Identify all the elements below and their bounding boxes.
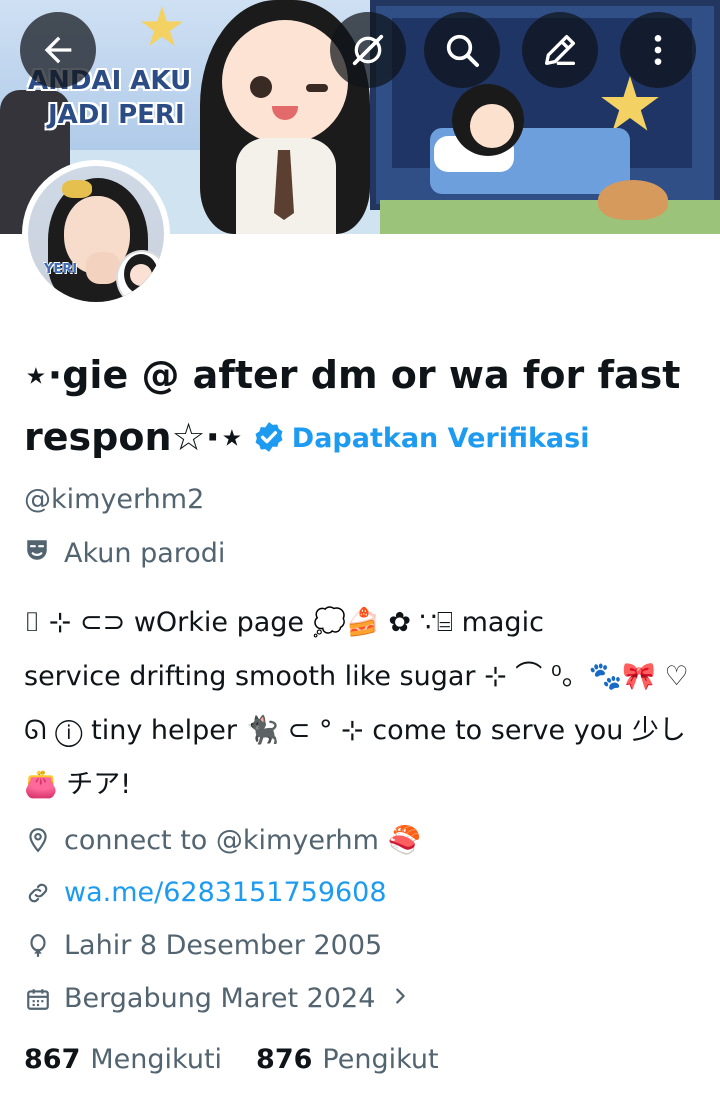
parody-label: Akun parodi [24,537,225,570]
avatar[interactable]: YERI [22,160,170,308]
bio-line: 👛 チア! [24,769,132,800]
followers-link[interactable]: 876 Pengikut [256,1044,439,1075]
bio-line: ⌷ ⊹ ⊂⊃ wOrkie page 💭🍰 ✿ ∵⌸ magic [24,607,544,638]
grok-icon [352,34,384,66]
avatar-hair-clip [62,180,92,198]
birthday-row: Lahir 8 Desember 2005 [24,930,382,961]
following-label: Mengikuti [90,1044,223,1075]
more-button[interactable] [620,12,696,88]
arrow-left-icon [44,36,72,64]
website-link[interactable]: wa.me/6283151759608 [64,877,387,908]
bio: ⌷ ⊹ ⊂⊃ wOrkie page 💭🍰 ✿ ∵⌸ magic service… [24,596,700,812]
balloon-icon [24,932,52,960]
banner-star-small [140,6,184,47]
bio-line: service drifting smooth like sugar ⊹ ⌒ ⁰… [24,661,689,692]
location-pin-icon [24,826,52,854]
theater-mask-icon [24,537,50,570]
calendar-icon [24,985,52,1013]
username-handle: @kimyerhm2 [24,484,205,515]
more-vertical-icon [654,35,662,65]
grok-button[interactable] [330,12,406,88]
edit-button[interactable] [522,12,598,88]
banner-title-line2: JADI PERI [48,100,185,130]
followers-label: Pengikut [322,1044,439,1075]
parody-text: Akun parodi [64,538,226,569]
avatar-hand [86,252,120,284]
follow-stats: 867 Mengikuti 876 Pengikut [24,1044,473,1075]
following-link[interactable]: 867 Mengikuti [24,1044,222,1075]
avatar-label: YERI [44,262,78,277]
banner-chibi-wink [306,84,328,92]
banner-chibi-face [222,20,348,144]
banner-chibi-eye [250,76,272,98]
location-row: connect to @kimyerhm 🍣 [24,824,421,856]
link-icon [24,879,52,907]
banner-floor [380,200,720,234]
chevron-right-icon [389,983,411,1014]
display-name-line2: respon☆·⋆ [24,415,244,459]
avatar-mini-face [130,264,152,286]
followers-count: 876 [256,1044,313,1075]
banner-sleeping-girl-face [470,104,514,148]
search-button[interactable] [424,12,500,88]
joined-text: Bergabung Maret 2024 [64,983,376,1014]
display-name: ⋆·gie @ after dm or wa for fast respon☆·… [24,344,704,472]
website-row: wa.me/6283151759608 [24,877,387,908]
avatar-photo: YERI [28,166,164,302]
banner-cat [598,180,668,220]
get-verified-link[interactable]: Dapatkan Verifikasi [292,423,590,454]
following-count: 867 [24,1044,81,1075]
bio-line: ᘏ ⓘ tiny helper 🐈‍⬛ ⊂ ° ⊹ come to serve … [24,715,686,746]
verified-badge-icon[interactable] [252,410,286,472]
pencil-icon [545,35,575,65]
location-text: connect to @kimyerhm 🍣 [64,825,422,856]
display-name-line1: ⋆·gie @ after dm or wa for fast [24,353,681,397]
back-button[interactable] [20,12,96,88]
joined-row[interactable]: Bergabung Maret 2024 [24,983,411,1014]
birthday-text: Lahir 8 Desember 2005 [64,930,383,961]
search-icon [446,34,479,67]
